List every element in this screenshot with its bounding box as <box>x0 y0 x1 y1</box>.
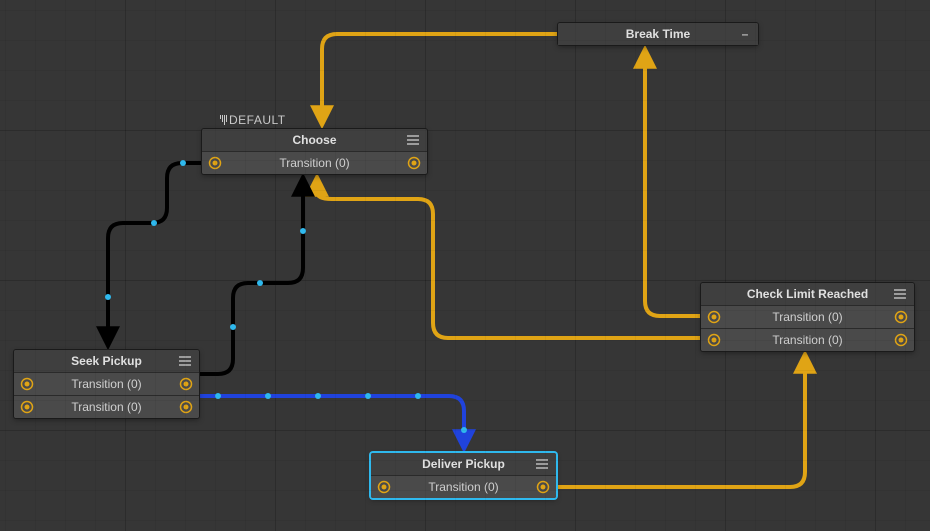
input-port-icon[interactable] <box>707 333 721 347</box>
transition-row[interactable]: Transition (0) <box>14 372 199 395</box>
input-port-icon[interactable] <box>20 377 34 391</box>
output-port-icon[interactable] <box>179 400 193 414</box>
default-tag: DEFAULT <box>220 113 286 127</box>
transition-row[interactable]: Transition (0) <box>202 151 427 174</box>
transition-row[interactable]: Transition (0) <box>14 395 199 418</box>
menu-icon[interactable] <box>894 289 908 299</box>
transition-label: Transition (0) <box>391 480 536 494</box>
node-choose[interactable]: DEFAULT Choose Transition (0) <box>202 129 427 174</box>
transition-label: Transition (0) <box>222 156 407 170</box>
node-title: Seek Pickup <box>34 354 179 368</box>
node-header[interactable]: Choose <box>202 129 427 151</box>
node-title: Deliver Pickup <box>391 457 536 471</box>
output-port-icon[interactable] <box>894 333 908 347</box>
output-port-icon[interactable] <box>407 156 421 170</box>
input-port-icon[interactable] <box>707 310 721 324</box>
node-header[interactable]: Deliver Pickup <box>371 453 556 475</box>
node-title: Break Time <box>578 27 738 41</box>
menu-icon[interactable] <box>407 135 421 145</box>
output-port-icon[interactable] <box>536 480 550 494</box>
collapse-icon[interactable]: – <box>738 27 752 41</box>
output-port-icon[interactable] <box>894 310 908 324</box>
input-port-icon[interactable] <box>20 400 34 414</box>
menu-icon[interactable] <box>536 459 550 469</box>
node-header[interactable]: Check Limit Reached <box>701 283 914 305</box>
transition-label: Transition (0) <box>34 400 179 414</box>
menu-icon[interactable] <box>179 356 193 366</box>
node-title: Check Limit Reached <box>721 287 894 301</box>
transition-row[interactable]: Transition (0) <box>701 305 914 328</box>
node-check-limit-reached[interactable]: Check Limit Reached Transition (0) Trans… <box>701 283 914 351</box>
output-port-icon[interactable] <box>179 377 193 391</box>
node-header[interactable]: Break Time – <box>558 23 758 45</box>
node-deliver-pickup[interactable]: Deliver Pickup Transition (0) <box>371 453 556 498</box>
graph-canvas[interactable]: Break Time – DEFAULT Choose Transition (… <box>0 0 930 531</box>
input-port-icon[interactable] <box>377 480 391 494</box>
node-break-time[interactable]: Break Time – <box>558 23 758 45</box>
wires-layer <box>0 0 930 531</box>
input-port-icon[interactable] <box>208 156 222 170</box>
transition-row[interactable]: Transition (0) <box>701 328 914 351</box>
node-seek-pickup[interactable]: Seek Pickup Transition (0) Transition (0… <box>14 350 199 418</box>
transition-row[interactable]: Transition (0) <box>371 475 556 498</box>
transition-label: Transition (0) <box>34 377 179 391</box>
transition-label: Transition (0) <box>721 333 894 347</box>
transition-label: Transition (0) <box>721 310 894 324</box>
node-title: Choose <box>222 133 407 147</box>
node-header[interactable]: Seek Pickup <box>14 350 199 372</box>
